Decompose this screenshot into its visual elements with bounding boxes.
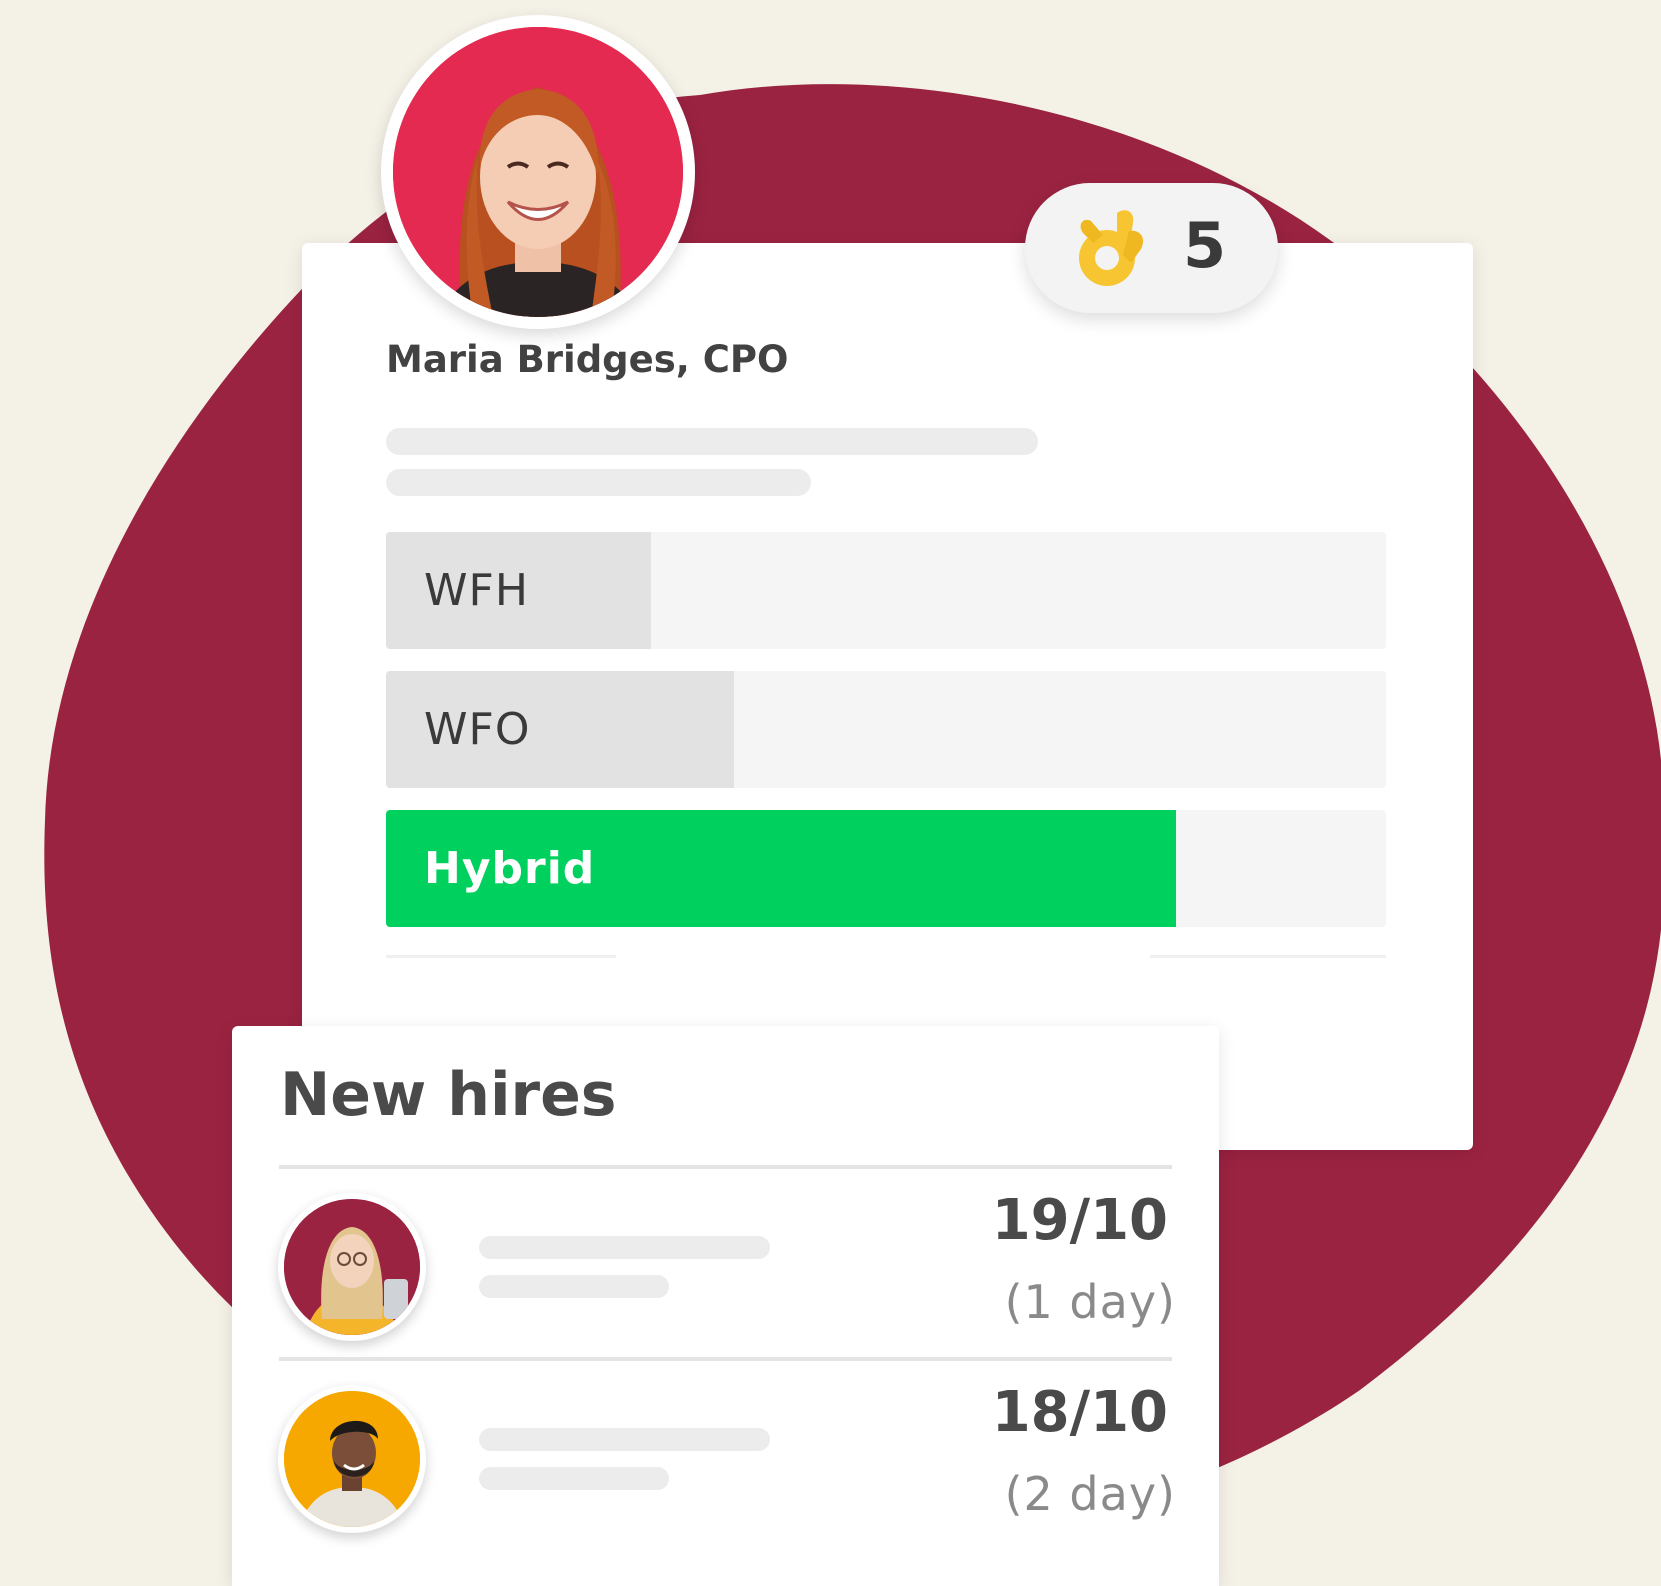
person-photo-icon — [284, 1199, 420, 1335]
avatar-photo — [284, 1391, 420, 1527]
reaction-count: 5 — [1183, 209, 1227, 282]
profile-avatar — [381, 15, 695, 329]
person-photo-icon — [284, 1391, 420, 1527]
skeleton-line — [479, 1236, 770, 1259]
divider — [279, 1165, 1172, 1169]
hire-duration: (2 day) — [1004, 1467, 1176, 1521]
avatar — [278, 1193, 426, 1341]
poll-option-hybrid[interactable]: Hybrid — [386, 810, 1386, 927]
skeleton-line — [386, 428, 1038, 455]
divider — [1150, 955, 1386, 958]
divider — [386, 955, 616, 958]
hire-date: 19/10 — [991, 1188, 1168, 1253]
poll-option-wfo[interactable]: WFO — [386, 671, 1386, 788]
profile-name: Maria Bridges, CPO — [386, 338, 789, 381]
divider — [279, 1357, 1172, 1361]
skeleton-line — [386, 469, 811, 496]
poll-option-label: WFO — [424, 704, 531, 755]
hire-duration: (1 day) — [1004, 1275, 1176, 1329]
skeleton-line — [479, 1428, 770, 1451]
poll-option-label: WFH — [424, 565, 529, 616]
poll-option-label: Hybrid — [424, 843, 596, 894]
avatar — [278, 1385, 426, 1533]
new-hires-title: New hires — [280, 1060, 617, 1130]
poll-option-wfh[interactable]: WFH — [386, 532, 1386, 649]
ok-hand-icon — [1079, 210, 1144, 286]
avatar-photo — [284, 1199, 420, 1335]
profile-avatar-photo — [393, 27, 683, 317]
hire-date: 18/10 — [991, 1380, 1168, 1445]
skeleton-line — [479, 1275, 669, 1298]
skeleton-line — [479, 1467, 669, 1490]
reaction-pill[interactable]: 5 — [1025, 183, 1278, 313]
person-photo-icon — [393, 27, 683, 317]
